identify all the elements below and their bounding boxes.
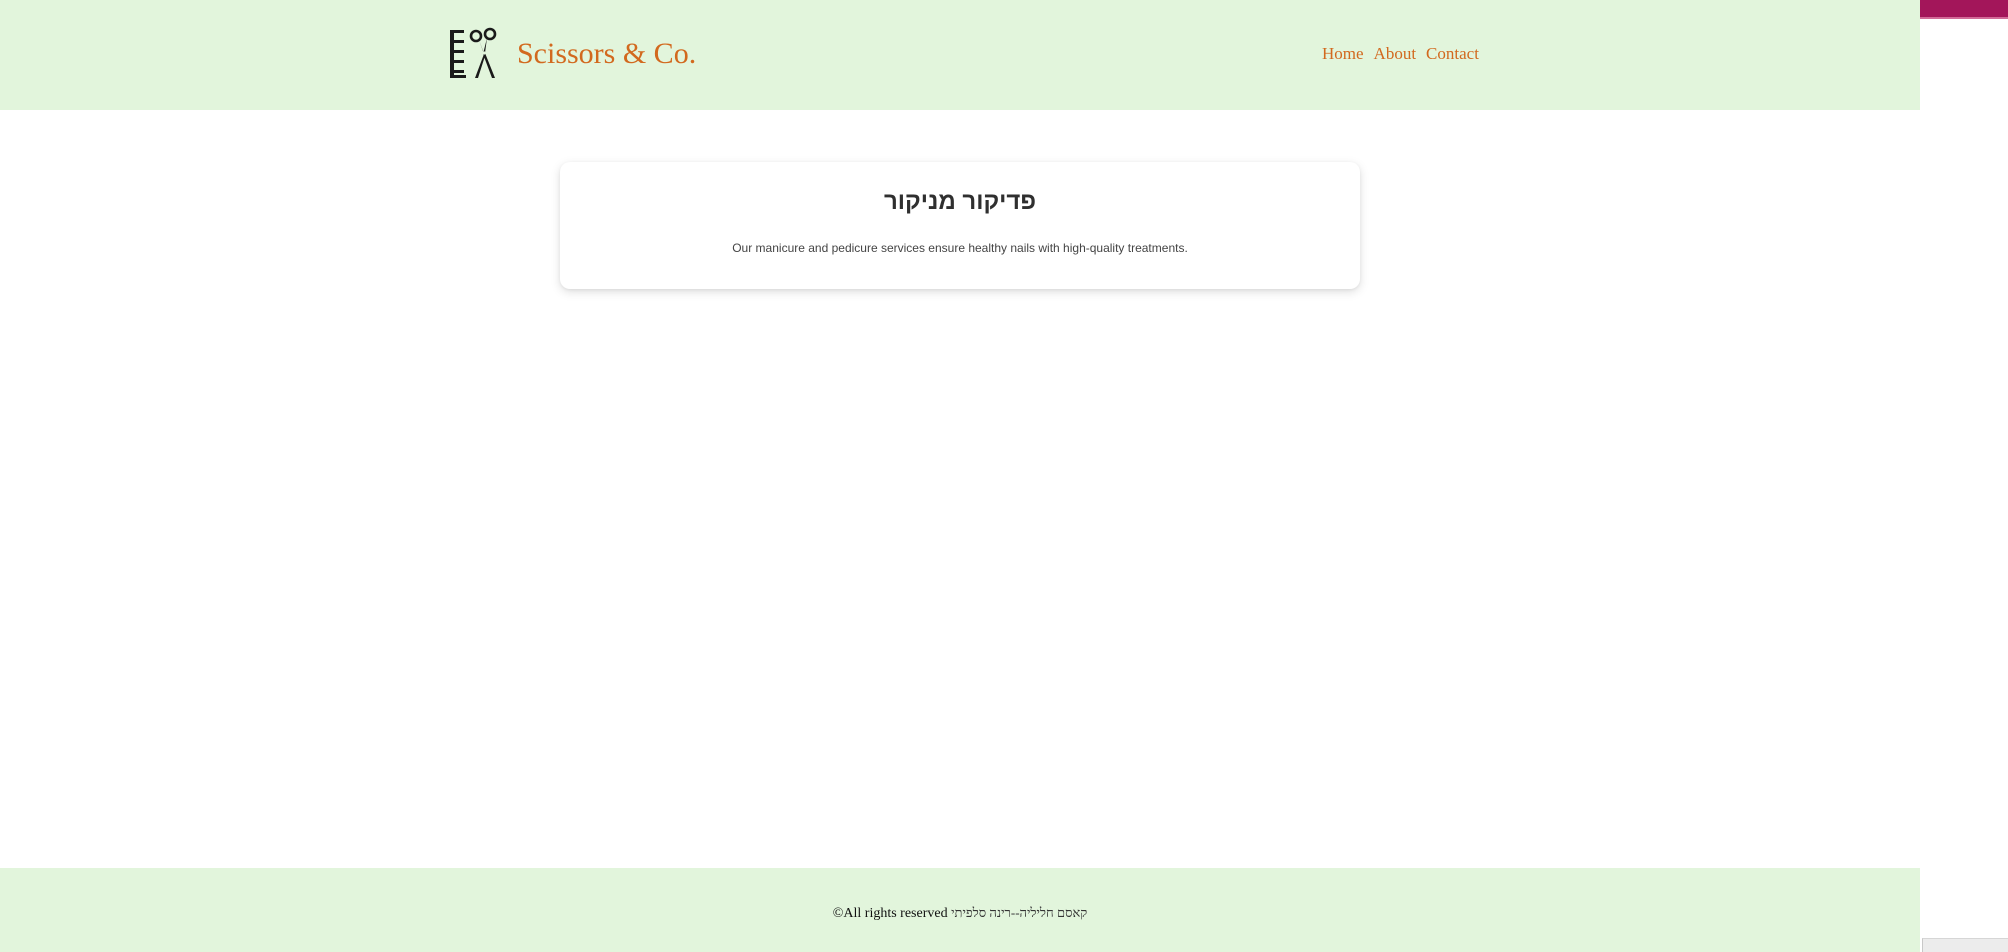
nav-link-home[interactable]: Home	[1322, 44, 1364, 64]
service-description: Our manicure and pedicure services ensur…	[732, 241, 1188, 255]
footer-credit: קאסם חליליה--רינה סלפיתי	[951, 905, 1088, 920]
right-side-panel	[1920, 0, 2008, 952]
main-nav: Home About Contact	[1322, 44, 1479, 64]
accent-bar	[1920, 0, 2008, 17]
accent-bar-edge	[1920, 17, 2008, 19]
nav-link-about[interactable]: About	[1374, 44, 1417, 64]
brand-name: Scissors & Co.	[517, 37, 697, 70]
site-footer: ©All rights reserved קאסם חליליה--רינה ס…	[0, 868, 1920, 952]
nav-link-contact[interactable]: Contact	[1426, 44, 1479, 64]
comb-and-scissors-icon	[450, 27, 497, 78]
service-title: פדיקור מניקור	[883, 188, 1037, 215]
brand[interactable]: Scissors & Co.	[448, 26, 696, 82]
service-card: פדיקור מניקור Our manicure and pedicure …	[560, 162, 1360, 289]
scrollbar-corner	[1922, 938, 2008, 952]
site-header: Scissors & Co. Home About Contact	[0, 0, 1920, 110]
footer-text: ©All rights reserved קאסם חליליה--רינה ס…	[0, 904, 1920, 923]
page: Scissors & Co. Home About Contact פדיקור…	[0, 0, 1920, 952]
footer-copyright: ©All rights reserved	[832, 906, 948, 921]
